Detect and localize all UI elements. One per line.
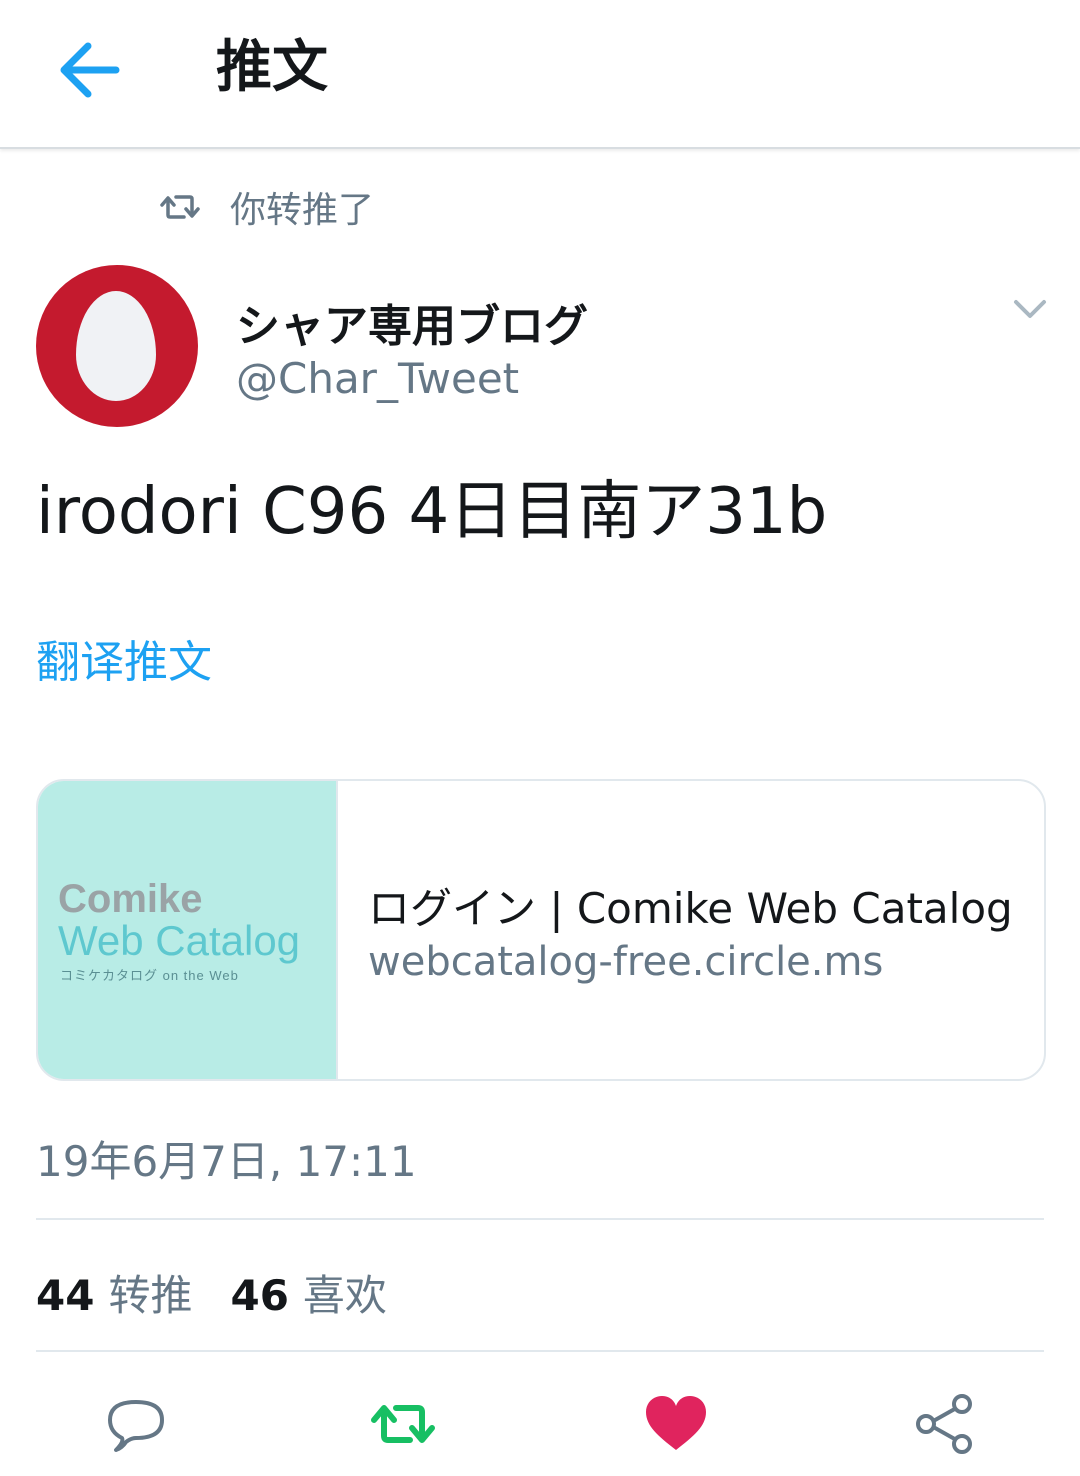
retweet-count: 44 <box>36 1271 95 1320</box>
tweet-stats: 44 转推 46 喜欢 <box>36 1262 387 1323</box>
card-title: ログイン | Comike Web Catalog <box>368 884 1013 933</box>
like-button[interactable] <box>644 1392 708 1456</box>
divider <box>36 1350 1044 1352</box>
link-card[interactable]: Comike Web Catalog コミケカタログ on the Web ログ… <box>36 779 1046 1081</box>
avatar[interactable] <box>36 265 198 427</box>
card-thumbnail: Comike Web Catalog コミケカタログ on the Web <box>38 781 338 1079</box>
chevron-down-icon <box>1014 300 1046 318</box>
like-count: 46 <box>230 1271 289 1320</box>
heart-icon <box>646 1396 706 1450</box>
retweet-context: 你转推了 <box>160 182 374 232</box>
card-thumb-logo-line3: コミケカタログ on the Web <box>60 968 239 983</box>
retweet-button[interactable] <box>370 1392 435 1456</box>
likes-stat[interactable]: 46 喜欢 <box>230 1262 386 1323</box>
retweet-icon <box>160 195 200 219</box>
reply-button[interactable] <box>104 1392 168 1456</box>
tweet-timestamp: 19年6月7日, 17:11 <box>36 1137 417 1186</box>
tweet-text: irodori C96 4日目南ア31b <box>36 475 828 549</box>
retweet-icon <box>371 1405 435 1443</box>
card-thumb-logo-line2: Web Catalog <box>58 917 301 964</box>
top-bar: 推文 <box>0 0 1080 149</box>
card-domain: webcatalog-free.circle.ms <box>368 939 884 985</box>
retweets-stat[interactable]: 44 转推 <box>36 1262 192 1323</box>
arrow-left-icon <box>60 42 120 98</box>
avatar-egg <box>76 291 156 401</box>
share-button[interactable] <box>912 1392 976 1456</box>
retweet-context-text: 你转推了 <box>230 190 375 231</box>
translate-tweet-link[interactable]: 翻译推文 <box>36 626 212 690</box>
card-thumb-logo-line1: Comike <box>58 877 203 921</box>
reply-icon <box>108 1400 164 1452</box>
author-handle[interactable]: @Char_Tweet <box>236 354 519 403</box>
divider <box>36 1218 1044 1220</box>
author-display-name[interactable]: シャア専用ブログ <box>236 290 588 354</box>
retweet-label: 转推 <box>108 1271 193 1320</box>
more-options-button[interactable] <box>1010 292 1050 328</box>
like-label: 喜欢 <box>302 1271 387 1320</box>
back-button[interactable] <box>50 30 130 110</box>
page-title: 推文 <box>216 35 328 100</box>
share-icon <box>916 1394 972 1454</box>
